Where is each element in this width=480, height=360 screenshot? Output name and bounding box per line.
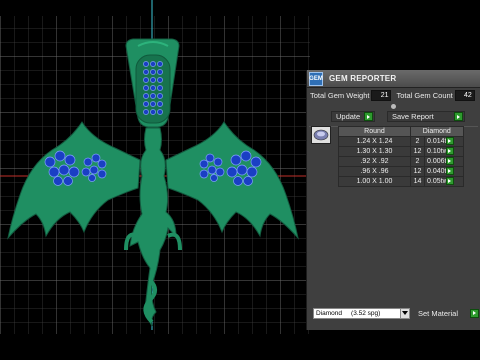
play-arrow-icon[interactable]: [445, 137, 454, 145]
gem-size: .96 X .96: [338, 166, 411, 177]
totals-row: Total Gem Weight 21 Total Gem Count 42: [307, 88, 480, 102]
column-header-material: Diamond: [410, 126, 464, 137]
total-weight-value: 21: [371, 89, 392, 101]
material-select[interactable]: Diamond (3.52 spg): [313, 307, 410, 319]
play-arrow-icon[interactable]: [445, 147, 454, 155]
update-button[interactable]: Update: [331, 111, 375, 122]
column-header-shape: Round: [338, 126, 411, 137]
gem-count: 2: [410, 136, 425, 147]
table-row[interactable]: 1.00 X 1.00 14 0.05tw: [338, 176, 464, 187]
gem-reporter-icon: GEM: [309, 71, 323, 86]
gem-table-section: Round Diamond 1.24 X 1.24 2 0.014tw 1.30…: [311, 126, 480, 188]
gem-count: 12: [410, 146, 425, 157]
gem-weight-cell: 0.006tw: [424, 156, 464, 167]
play-arrow-icon[interactable]: [445, 157, 454, 165]
gem-table: Round Diamond 1.24 X 1.24 2 0.014tw 1.30…: [338, 126, 464, 187]
play-arrow-icon[interactable]: [445, 167, 454, 175]
grip-dot-icon: [391, 103, 396, 109]
table-row[interactable]: 1.30 X 1.30 12 0.10tw: [338, 146, 464, 157]
panel-grip[interactable]: [307, 102, 480, 110]
total-count-value: 42: [454, 89, 475, 101]
diamond-gem-icon: [311, 126, 331, 144]
gem-size: 1.30 X 1.30: [338, 146, 411, 157]
gem-count: 14: [410, 176, 425, 187]
gem-weight-cell: 0.10tw: [424, 146, 464, 157]
play-arrow-icon: [454, 112, 463, 121]
set-material-label: Set Material: [418, 308, 459, 318]
total-weight-label: Total Gem Weight: [310, 90, 370, 100]
play-arrow-icon: [364, 112, 373, 121]
gem-weight-cell: 0.014tw: [424, 136, 464, 147]
material-select-value: Diamond (3.52 spg): [316, 309, 381, 317]
total-count-label: Total Gem Count: [396, 90, 453, 100]
gem-weight: 0.10tw: [427, 148, 448, 155]
table-row[interactable]: .92 X .92 2 0.006tw: [338, 156, 464, 167]
gem-weight-cell: 0.05tw: [424, 176, 464, 187]
gem-count: 2: [410, 156, 425, 167]
table-row[interactable]: .96 X .96 12 0.040tw: [338, 166, 464, 177]
gem-size: .92 X .92: [338, 156, 411, 167]
gem-weight: 0.05tw: [427, 178, 448, 185]
update-label: Update: [336, 112, 361, 121]
gem-reporter-panel: GEM GEM REPORTER Total Gem Weight 21 Tot…: [306, 70, 480, 330]
dropdown-arrow-icon: [400, 308, 409, 318]
save-report-label: Save Report: [392, 112, 434, 121]
action-buttons-row: Update Save Report: [307, 110, 480, 123]
gem-weight-cell: 0.040tw: [424, 166, 464, 177]
play-arrow-icon[interactable]: [445, 177, 454, 185]
set-material-button[interactable]: Set Material: [418, 308, 479, 319]
save-report-button[interactable]: Save Report: [387, 111, 465, 122]
material-row: Diamond (3.52 spg) Set Material: [313, 307, 480, 319]
panel-titlebar[interactable]: GEM GEM REPORTER: [307, 70, 480, 88]
panel-title: GEM REPORTER: [329, 74, 397, 83]
table-row[interactable]: 1.24 X 1.24 2 0.014tw: [338, 136, 464, 147]
gem-count: 12: [410, 166, 425, 177]
gem-size: 1.24 X 1.24: [338, 136, 411, 147]
play-arrow-icon: [470, 308, 479, 318]
gem-size: 1.00 X 1.00: [338, 176, 411, 187]
